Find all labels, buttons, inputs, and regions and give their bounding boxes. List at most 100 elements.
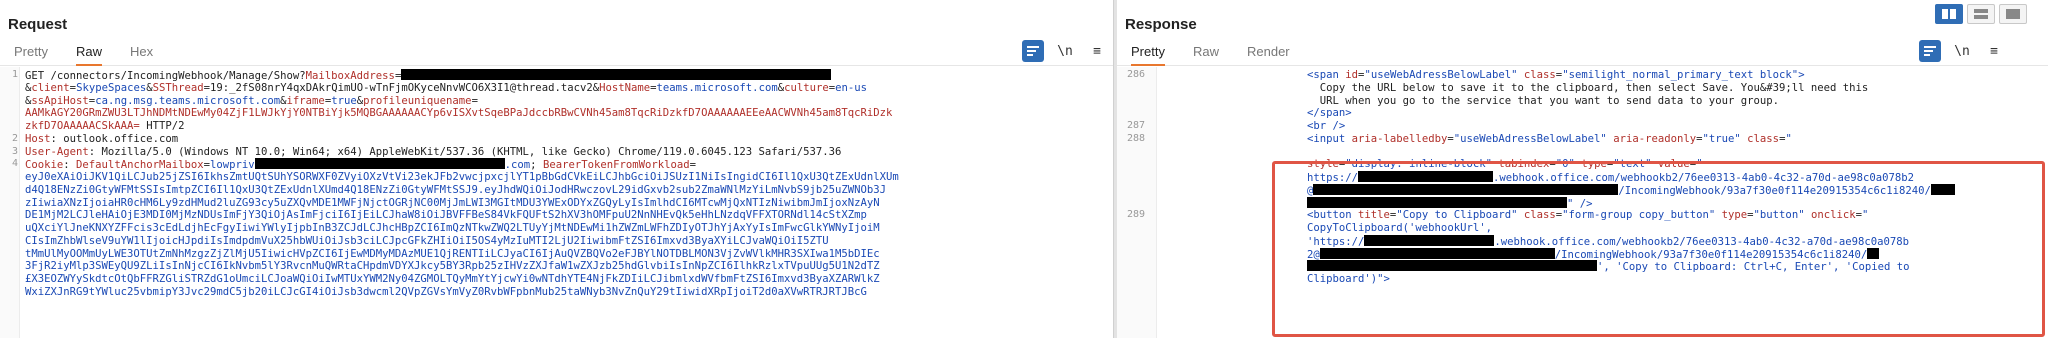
- code-line: CIsImZhbWlseV9uYW1lIjoicHJpdiIsImdpdmVuX…: [25, 235, 829, 248]
- code-token: :: [63, 159, 77, 172]
- code-token: Host: [25, 132, 51, 145]
- code-token: eyJ0eXAiOiJKV1QiLCJub25jZSI6IkhsZmtUQtSU…: [25, 171, 899, 183]
- request-editor[interactable]: 1 234 GET /connectors/IncomingWebhook/Man…: [0, 67, 1113, 338]
- code-token: =19:_2fS08nrY4qxDAkrQimUO-wTnFjmOKyceNnv…: [203, 81, 600, 94]
- response-tab-render[interactable]: Render: [1247, 42, 1290, 66]
- request-tab-pretty[interactable]: Pretty: [14, 42, 48, 66]
- code-line: &ssApiHost=ca.ng.msg.teams.microsoft.com…: [25, 95, 478, 108]
- request-tab-hex[interactable]: Hex: [130, 42, 153, 66]
- response-tab-raw[interactable]: Raw: [1193, 42, 1219, 66]
- request-tab-raw[interactable]: Raw: [75, 42, 102, 66]
- response-tabs: Pretty Raw Render: [1117, 42, 2048, 66]
- code-token: profileuniquename: [363, 94, 472, 107]
- code-token: <input: [1307, 132, 1352, 145]
- request-gutter: 1 234: [0, 67, 20, 338]
- code-token: Copy the URL below to save it to the cli…: [1307, 81, 1869, 94]
- code-token: SSThread: [152, 81, 204, 94]
- code-token: CIsImZhbWlseV9uYW1lIjoicHJpdiIsImdpdmVuX…: [25, 234, 829, 247]
- code-token: tMmUlMyOOMmUyLWE3OTUtZmNhMzgzZjZlMjU5Iiw…: [25, 247, 880, 260]
- code-token: </span>: [1307, 107, 1352, 120]
- wrap-icon[interactable]: [1919, 40, 1941, 62]
- newline-toggle-button[interactable]: \n: [1054, 40, 1076, 62]
- split-vertical-icon[interactable]: [1967, 4, 1995, 24]
- code-line: </span>: [1307, 107, 1352, 120]
- menu-icon[interactable]: ≡: [1983, 40, 2005, 62]
- code-token: uQXciYlJneKNXYZFFcis3cEdLdjhEcFgyIiwiYWl…: [25, 222, 880, 234]
- newline-toggle-button[interactable]: \n: [1951, 40, 1973, 62]
- code-token: id: [1345, 69, 1359, 81]
- line-number: 287: [1126, 120, 1145, 131]
- code-token: MailboxAddress: [305, 70, 395, 82]
- line-number: 3: [11, 145, 18, 157]
- code-token: URL when you go to the service that you …: [1307, 94, 1779, 107]
- layout-toggle-group: [1935, 4, 2027, 24]
- code-line: <span id="useWebAdressBelowLabel" class=…: [1307, 69, 1805, 82]
- code-token: £X3EOZWYySkdtcOtQbFFRZGliSTRZdG1oUmciLCJ…: [25, 273, 880, 285]
- code-token: HTTP/2: [139, 120, 185, 132]
- response-gutter: 286 287 288 289: [1117, 67, 1157, 338]
- code-line: <input aria-labelledby="useWebAdressBelo…: [1307, 133, 1792, 146]
- line-number: 288: [1126, 132, 1145, 144]
- code-line: Copy the URL below to save it to the cli…: [1307, 81, 1869, 95]
- split-horizontal-icon[interactable]: [1935, 4, 1963, 24]
- code-line: &client=SkypeSpaces&SSThread=19:_2fS08nr…: [25, 82, 867, 95]
- code-token: "useWebAdressBelowLabel": [1364, 69, 1518, 81]
- request-toolbar: \n ≡: [1022, 40, 1108, 62]
- code-token: teams.microsoft.com: [656, 81, 778, 94]
- code-token: DE1MjM2LCJleHAiOjE3MDI0MjMzNDUsImFjY3QiO…: [25, 209, 867, 222]
- code-line: URL when you go to the service that you …: [1307, 95, 1779, 108]
- code-token: <span: [1307, 69, 1346, 81]
- code-line: Cookie: DefaultAnchorMailbox = lowpriv .com…: [25, 158, 696, 172]
- code-token: "semilight_normal_primary_text block": [1562, 69, 1799, 81]
- code-line: User-Agent: Mozilla/5.0 (Windows NT 10.0…: [25, 146, 841, 159]
- response-title: Response: [1125, 16, 1197, 33]
- code-line: DE1MjM2LCJleHAiOjE3MDI0MjMzNDUsImFjY3QiO…: [25, 209, 867, 222]
- wrap-icon[interactable]: [1022, 40, 1044, 62]
- code-line: zkfD7OAAAAACSkAAA= HTTP/2: [25, 120, 184, 133]
- code-token: "true": [1702, 132, 1741, 145]
- code-token: lowpriv: [210, 159, 255, 172]
- code-token: client: [31, 81, 70, 94]
- code-token: : outlook.office.com: [50, 132, 179, 145]
- code-token: culture: [784, 81, 829, 94]
- code-token: zIiwiaXNzIjoiaHR0cHM6Ly9zdHMud2luZG93cy5…: [25, 196, 880, 209]
- line-number: 289: [1126, 209, 1145, 221]
- code-token: d4Q18ENzZi0GtyWFMtSSIsImtpZCI6Il1QxU3QtZ…: [25, 183, 887, 196]
- code-line: AAMkAGY20GRmZWU3LTJhNDMtNDEwMy04ZjF1LWJk…: [25, 107, 892, 120]
- code-token: en-us: [835, 81, 868, 94]
- line-number: 286: [1126, 69, 1145, 80]
- code-line: tMmUlMyOOMmUyLWE3OTUtZmNhMzgzZjZlMjU5Iiw…: [25, 248, 880, 261]
- code-token: iframe: [286, 94, 325, 107]
- code-token: BearerTokenFromWorkload: [542, 159, 690, 172]
- code-token: >: [1798, 69, 1805, 81]
- code-token: =: [471, 94, 478, 107]
- code-token: ;: [530, 159, 543, 172]
- single-pane-icon[interactable]: [1999, 4, 2027, 24]
- code-line: 3FjR2iyMlp3SWEyQU9ZLiIsInNjcCI6IkNvbm5lY…: [25, 260, 880, 273]
- code-token: true: [331, 94, 357, 107]
- code-line: <br />: [1307, 120, 1345, 133]
- code-token: DefaultAnchorMailbox: [76, 159, 204, 172]
- request-title: Request: [8, 16, 68, 33]
- redaction-block: [401, 69, 832, 80]
- code-token: : Mozilla/5.0 (Windows NT 10.0; Win64; x…: [88, 145, 842, 158]
- code-line: eyJ0eXAiOiJKV1QiLCJub25jZSI6IkhsZmtUQtSU…: [25, 171, 899, 184]
- code-line: Host: outlook.office.com: [25, 133, 178, 146]
- redaction-block: [254, 158, 505, 170]
- response-toolbar: \n ≡: [1919, 40, 2005, 62]
- code-token: aria-readonly: [1613, 132, 1697, 145]
- code-token: class: [1747, 132, 1780, 145]
- code-token: =: [689, 159, 697, 172]
- line-number: 1: [11, 69, 18, 80]
- code-line: WxiZXJnRG9tYWluc25vbmipY3Jvc29mdC5jb20iL…: [25, 286, 867, 299]
- code-token: WxiZXJnRG9tYWluc25vbmipY3Jvc29mdC5jb20iL…: [25, 285, 867, 298]
- code-line: £X3EOZWYySkdtcOtQbFFRZGliSTRZdG1oUmciLCJ…: [25, 273, 880, 286]
- code-line: uQXciYlJneKNXYZFFcis3cEdLdjhEcFgyIiwiYWl…: [25, 222, 880, 235]
- code-token: .com: [504, 159, 531, 172]
- code-token: ": [1785, 132, 1792, 145]
- code-line: GET /connectors/IncomingWebhook/Manage/S…: [25, 69, 832, 83]
- response-tab-pretty[interactable]: Pretty: [1131, 42, 1165, 66]
- code-line: zIiwiaXNzIjoiaHR0cHM6Ly9zdHMud2luZG93cy5…: [25, 197, 880, 210]
- request-tabs: Pretty Raw Hex: [0, 42, 1113, 66]
- menu-icon[interactable]: ≡: [1086, 40, 1108, 62]
